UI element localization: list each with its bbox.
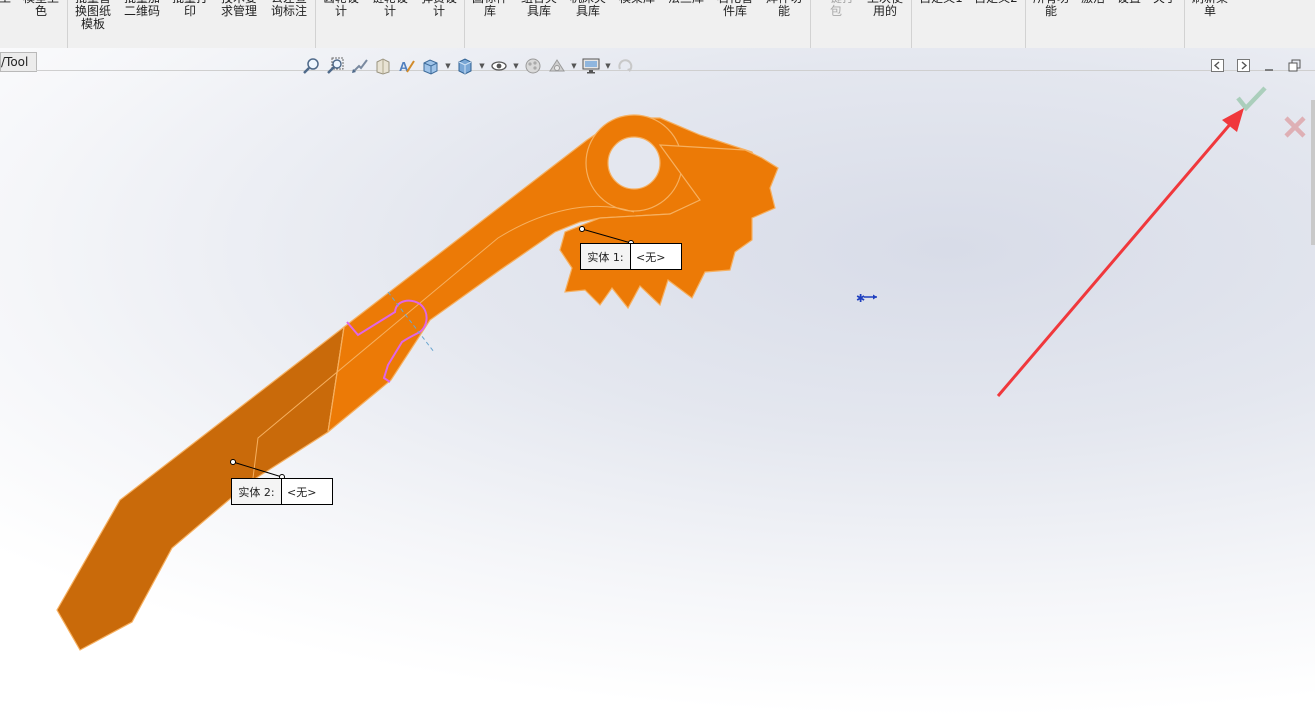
ok-checkmark-icon[interactable] xyxy=(1236,86,1267,112)
svg-text:✱: ✱ xyxy=(856,292,865,305)
origin-marker-icon: ✱ xyxy=(856,292,877,305)
hub-hole xyxy=(607,136,661,190)
callout-body-1[interactable]: 实体 1: <无> xyxy=(580,243,682,270)
callout-label: 实体 1: xyxy=(581,244,631,269)
callout-label: 实体 2: xyxy=(232,479,282,504)
callout-body-2[interactable]: 实体 2: <无> xyxy=(231,478,333,505)
red-annotation-arrow xyxy=(996,108,1244,397)
callout-value[interactable]: <无> xyxy=(631,244,681,269)
callout-anchor-1 xyxy=(579,226,585,232)
cancel-x-icon[interactable] xyxy=(1284,116,1306,138)
callout-value[interactable]: <无> xyxy=(282,479,332,504)
model-canvas: ✱ xyxy=(56,86,1306,651)
callout-anchor-2 xyxy=(230,459,236,465)
lever-part[interactable] xyxy=(56,114,779,651)
